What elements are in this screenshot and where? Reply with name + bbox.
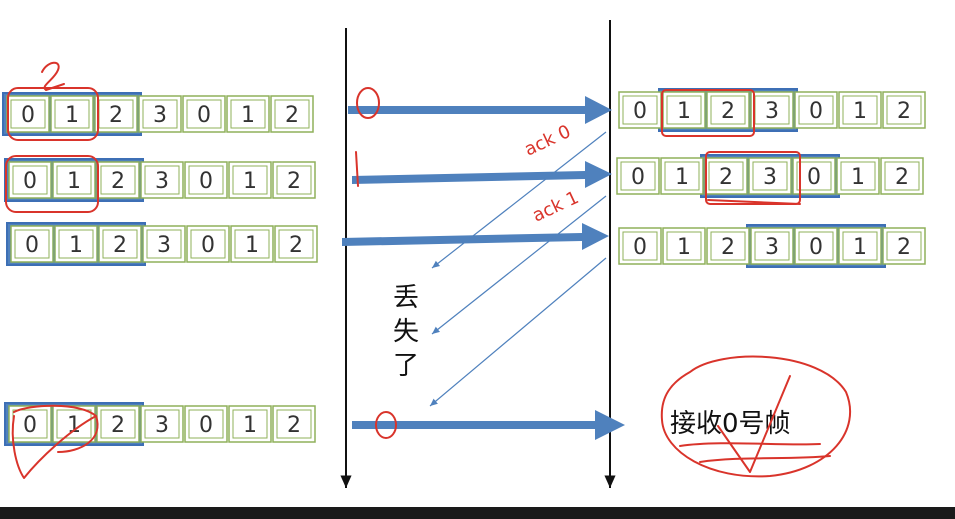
frame-number: 2 [111,413,125,438]
sliding-window-diagram: 0 1 2 3 0 1 2 0 1 2 3 0 1 2 0 1 2 3 0 1 2 0 1 2 3 0 1 2 0 1 2 3 0 1 2 0 1 2 3… [2,20,926,488]
sender-row-1: 0 1 2 3 0 1 2 [2,92,314,136]
frame-number: 0 [809,235,823,260]
sender-row-4: 0123012 [4,402,316,446]
ack-arrow-2 [429,257,607,407]
frame-number: 3 [763,165,777,190]
frame-arrows [342,96,625,440]
frame-number: 1 [853,235,867,260]
frame-number: 0 [199,169,213,194]
frame-number: 2 [721,99,735,124]
frame-number: 2 [721,235,735,260]
frame-number: 2 [895,165,909,190]
receiver-row-3: 0 1 2 3 0 1 2 [618,224,926,268]
frame-number: 1 [245,233,259,258]
frame-number: 3 [157,233,171,258]
ack-arrow-0 [431,131,607,269]
frame-number: 2 [289,233,303,258]
result-note-text: 接收0号帧 [670,409,791,439]
frame-number: 0 [631,165,645,190]
frame-number: 1 [853,99,867,124]
frame-number: 1 [69,233,83,258]
frame-number: 2 [719,165,733,190]
lost-note-char-1: 丢 [393,283,419,313]
frame-number: 0 [197,103,211,128]
ack-arrow-1 [431,195,607,335]
frame-number: 0 [201,233,215,258]
frame-number: 1 [851,165,865,190]
frame-number: 0 [633,235,647,260]
sender-row-3: 0 1 2 3 0 1 2 [6,222,318,266]
frame-arrow-3 [342,223,609,250]
sender-row1-scribble-2 [41,61,65,91]
frame-number: 1 [65,103,79,128]
frame-number: 1 [241,103,255,128]
receiver-rows: 0 1 2 3 0 1 2 0 1 2 3 0 1 2 0 1 2 3 0 1 2 [616,88,926,268]
lost-note-char-2: 失 [393,317,419,347]
frame-number: 2 [897,235,911,260]
frame-arrow-2 [352,161,612,188]
bottom-bar [0,507,955,519]
frame-number: 3 [153,103,167,128]
frame-number: 3 [765,99,779,124]
frame-number: 3 [155,169,169,194]
result-note: 接收0号帧 [660,355,852,478]
frame-number: 2 [285,103,299,128]
frame-arrow-1 [348,96,612,124]
frame-number: 0 [21,103,35,128]
frame-number: 0 [25,233,39,258]
frame-number: 2 [111,169,125,194]
frame-number: 2 [287,413,301,438]
frame-number: 3 [765,235,779,260]
receiver-row-1: 0 1 2 3 0 1 2 [618,88,926,132]
receiver-row-2: 0 1 2 3 0 1 2 [616,154,924,198]
frame-number: 2 [113,233,127,258]
frame-number: 3 [155,413,169,438]
frame-number: 2 [109,103,123,128]
frame-number: 1 [677,99,691,124]
ack-label-0: ack 0 [521,121,574,161]
frame-number: 0 [809,99,823,124]
frame-number: 2 [897,99,911,124]
frame-number: 0 [807,165,821,190]
lost-note-char-3: 了 [393,351,419,381]
frame-number: 0 [23,169,37,194]
frame-number: 1 [67,169,81,194]
sender-rows: 0 1 2 3 0 1 20 1 2 3 0 1 20 1 2 3 0 1 20 1 2 3 0 1 2 [2,92,318,446]
frame-number: 0 [199,413,213,438]
frame-number: 1 [677,235,691,260]
frame-number: 1 [675,165,689,190]
frame-number: 1 [243,169,257,194]
frame-number: 2 [287,169,301,194]
frame-number: 1 [243,413,257,438]
sender-row-2: 0 1 2 3 0 1 2 [4,158,316,202]
frame-number: 0 [633,99,647,124]
frame-number: 0 [23,413,37,438]
